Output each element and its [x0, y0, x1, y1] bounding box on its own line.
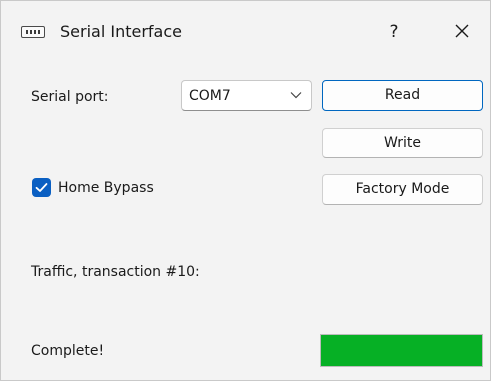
- chevron-down-icon: [290, 92, 302, 99]
- status-text: Complete!: [31, 343, 105, 359]
- progress-bar: [320, 334, 483, 367]
- checkmark-icon: [35, 183, 48, 192]
- window-title: Serial Interface: [60, 22, 182, 41]
- screenshot-canvas: Serial Interface ? Serial port: COM7 Rea…: [0, 0, 491, 381]
- help-button[interactable]: ?: [381, 19, 407, 45]
- serial-interface-dialog: Serial Interface ? Serial port: COM7 Rea…: [0, 0, 491, 381]
- write-button[interactable]: Write: [322, 128, 483, 158]
- serial-port-value: COM7: [189, 88, 231, 104]
- serial-port-label: Serial port:: [31, 89, 109, 105]
- progress-fill: [321, 335, 482, 366]
- serial-port-select[interactable]: COM7: [181, 80, 312, 111]
- home-bypass-checkbox[interactable]: [32, 178, 51, 197]
- serial-port-icon: [21, 26, 45, 38]
- close-icon: [455, 24, 469, 38]
- close-button[interactable]: [445, 17, 479, 47]
- read-button[interactable]: Read: [322, 80, 483, 111]
- factory-mode-button[interactable]: Factory Mode: [322, 174, 483, 205]
- title-bar[interactable]: Serial Interface ?: [1, 1, 490, 59]
- traffic-label: Traffic, transaction #10:: [31, 264, 200, 280]
- home-bypass-label[interactable]: Home Bypass: [58, 179, 154, 197]
